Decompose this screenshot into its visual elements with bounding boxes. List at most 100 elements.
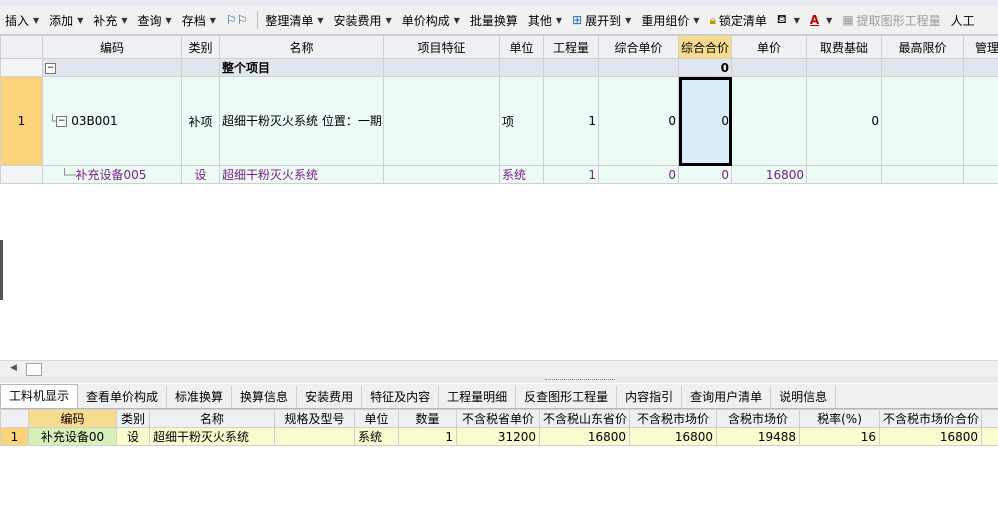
name-cell[interactable]: 超细干粉灭火系统	[149, 427, 275, 446]
code-cell[interactable]: 补充设备00	[28, 427, 117, 446]
unit-price-cell[interactable]	[731, 76, 807, 166]
col-unit[interactable]: 单位	[354, 409, 399, 428]
extract-quantity-button[interactable]: ▦ 提取图形工程量	[837, 9, 945, 31]
splitter-grip[interactable]	[545, 379, 615, 382]
tab-content-guide[interactable]: 内容指引	[617, 386, 683, 408]
comp-total-price-cell[interactable]: 0	[678, 165, 732, 184]
col-code[interactable]: 编码	[42, 35, 182, 59]
collapse-toggle-icon[interactable]: −	[56, 116, 68, 127]
col-name[interactable]: 名称	[219, 35, 384, 59]
table-row[interactable]: └─补充设备005 设 超细干粉灭火系统 系统 1 0 0 16800	[0, 165, 998, 184]
fee-base-cell[interactable]: 0	[806, 76, 882, 166]
table-row-project[interactable]: − 整个项目 0	[0, 58, 998, 77]
collapse-cell[interactable]: −	[42, 58, 182, 77]
install-cost-button[interactable]: 安装费用 ▼	[329, 9, 397, 31]
row-index[interactable]: 1	[0, 76, 43, 166]
tax-rate-cell[interactable]: 16	[799, 427, 880, 446]
horizontal-scrollbar[interactable]: ◀	[0, 360, 998, 377]
col-tax-rate[interactable]: 税率(%)	[799, 409, 880, 428]
comp-unit-price-cell[interactable]: 0	[598, 76, 679, 166]
col-code[interactable]: 编码	[28, 409, 117, 428]
unit-cell[interactable]: 项	[499, 76, 544, 166]
col-type[interactable]: 类别	[181, 35, 220, 59]
tab-install-cost[interactable]: 安装费用	[297, 386, 363, 408]
market-price-cell[interactable]: 16800	[629, 427, 717, 446]
table-row[interactable]: 1 补充设备00 设 超细干粉灭火系统 系统 1 31200 16800 168…	[0, 427, 998, 446]
type-cell[interactable]: 补项	[181, 76, 220, 166]
batch-convert-button[interactable]: 批量换算	[465, 9, 523, 31]
supplement-button[interactable]: 补充 ▼	[88, 9, 132, 31]
feature-cell[interactable]	[383, 76, 500, 166]
col-market-total[interactable]: 不含税市场价合价	[879, 409, 982, 428]
table-row[interactable]: 1 └−03B001 补项 超细干粉灭火系统 位置：一期车库配电室 范围：依据图…	[0, 76, 998, 166]
col-flag[interactable]: 是	[981, 409, 998, 428]
quantity-cell[interactable]: 1	[543, 165, 599, 184]
reuse-group-price-button[interactable]: 重用组价 ▼	[636, 9, 704, 31]
feature-cell[interactable]	[383, 165, 500, 184]
sd-price-cell[interactable]: 16800	[539, 427, 630, 446]
scroll-left-icon[interactable]: ◀	[10, 363, 17, 373]
unit-cell[interactable]: 系统	[499, 165, 544, 184]
tab-material-display[interactable]: 工料机显示	[0, 384, 79, 408]
col-comp-unit-price[interactable]: 综合单价	[598, 35, 679, 59]
name-cell[interactable]: 超细干粉灭火系统 位置：一期车库配电室 范围：依据图纸及规范要求，配电室内超细干…	[219, 76, 384, 166]
comp-unit-price-cell[interactable]: 0	[598, 165, 679, 184]
market-total-cell[interactable]: 16800	[879, 427, 982, 446]
type-cell[interactable]: 设	[116, 427, 150, 446]
query-button[interactable]: 查询 ▼	[133, 9, 177, 31]
col-market-price[interactable]: 不含税市场价	[629, 409, 717, 428]
collapse-toggle-icon[interactable]: −	[45, 62, 56, 74]
tab-reverse-graphic[interactable]: 反查图形工程量	[516, 386, 618, 408]
resize-handle[interactable]	[0, 240, 3, 300]
tab-user-list[interactable]: 查询用户清单	[682, 386, 772, 408]
col-sd-price[interactable]: 不含税山东省价	[539, 409, 630, 428]
row-header[interactable]	[0, 58, 43, 77]
code-cell[interactable]: └ −03B001	[42, 76, 182, 166]
mgmt-cell[interactable]	[963, 76, 998, 166]
comp-total-price-cell[interactable]: 0	[678, 76, 732, 166]
manual-button[interactable]: 人工	[946, 9, 980, 31]
col-max-price[interactable]: 最高限价	[881, 35, 964, 59]
archive-button[interactable]: 存档 ▼	[177, 9, 221, 31]
font-color-button[interactable]: A ▼	[805, 9, 837, 31]
col-fee-base[interactable]: 取费基础	[806, 35, 882, 59]
lock-list-button[interactable]: 🔒︎ 锁定清单	[704, 9, 771, 31]
col-prov-price[interactable]: 不含税省单价	[456, 409, 540, 428]
unit-cell[interactable]: 系统	[354, 427, 399, 446]
insert-button[interactable]: 插入 ▼	[0, 9, 44, 31]
market-tax-price-cell[interactable]: 19488	[716, 427, 800, 446]
col-spec[interactable]: 规格及型号	[274, 409, 355, 428]
expand-to-button[interactable]: ⊞ 展开到 ▼	[567, 9, 636, 31]
binoculars-button[interactable]: ⚐⚐	[221, 9, 256, 31]
spec-cell[interactable]	[274, 427, 355, 446]
prov-price-cell[interactable]: 31200	[456, 427, 540, 446]
unit-price-composition-button[interactable]: 单价构成 ▼	[397, 9, 465, 31]
row-index[interactable]: 1	[0, 427, 29, 446]
panel-splitter[interactable]	[0, 377, 998, 383]
col-mgmt[interactable]: 管理	[963, 35, 998, 59]
tab-standard-conversion[interactable]: 标准换算	[167, 386, 233, 408]
row-header[interactable]	[0, 165, 43, 184]
col-comp-total-price[interactable]: 综合合价	[678, 35, 732, 59]
scrollbar-thumb[interactable]	[26, 363, 42, 376]
quantity-cell[interactable]: 1	[543, 76, 599, 166]
tab-conversion-info[interactable]: 换算信息	[232, 386, 298, 408]
col-feature[interactable]: 项目特征	[383, 35, 500, 59]
fill-color-button[interactable]: ⛾ ▼	[772, 9, 805, 31]
type-cell[interactable]: 设	[181, 165, 220, 184]
col-quantity[interactable]: 工程量	[543, 35, 599, 59]
col-unit[interactable]: 单位	[499, 35, 544, 59]
tab-quantity-detail[interactable]: 工程量明细	[439, 386, 517, 408]
tab-unit-price-composition[interactable]: 查看单价构成	[78, 386, 168, 408]
max-price-cell[interactable]	[881, 76, 964, 166]
qty-cell[interactable]: 1	[398, 427, 457, 446]
col-unit-price[interactable]: 单价	[731, 35, 807, 59]
other-button[interactable]: 其他 ▼	[523, 9, 567, 31]
add-button[interactable]: 添加 ▼	[44, 9, 88, 31]
flag-cell[interactable]	[981, 427, 998, 446]
name-cell[interactable]: 超细干粉灭火系统	[219, 165, 384, 184]
code-cell[interactable]: └─补充设备005	[42, 165, 182, 184]
col-type[interactable]: 类别	[116, 409, 150, 428]
col-qty[interactable]: 数量	[398, 409, 457, 428]
organize-list-button[interactable]: 整理清单 ▼	[260, 9, 328, 31]
